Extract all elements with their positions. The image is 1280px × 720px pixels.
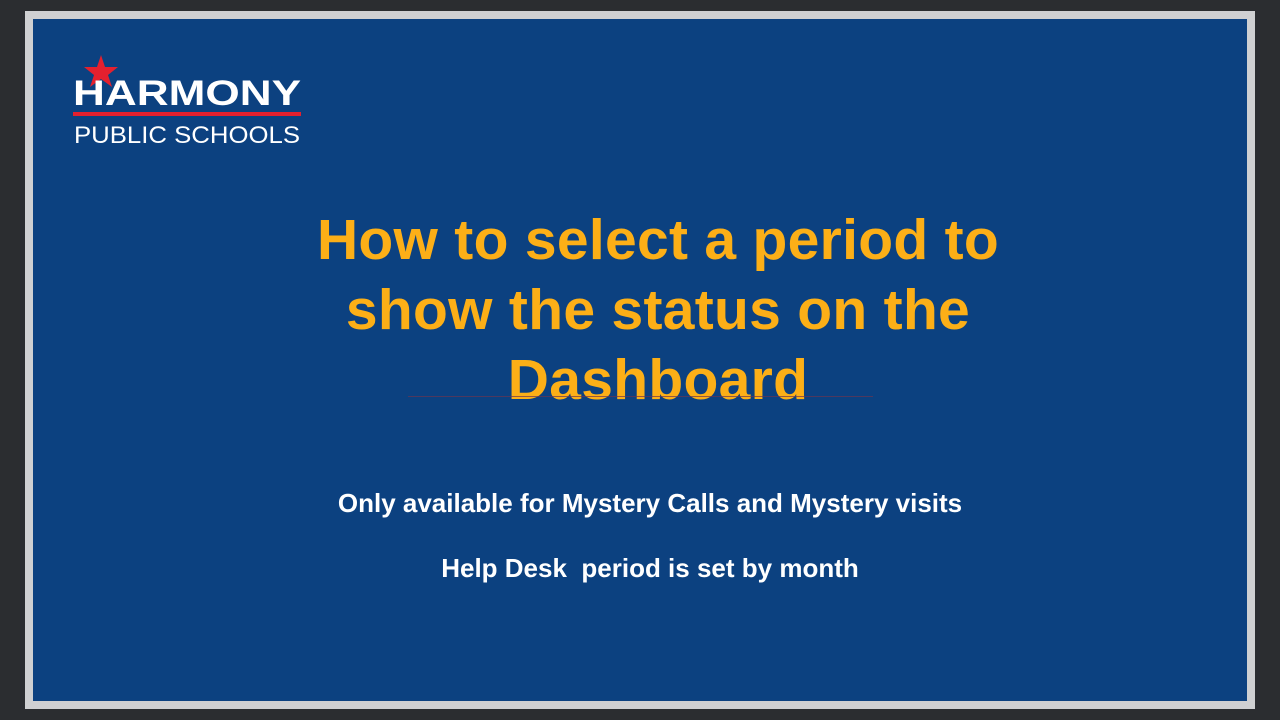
harmony-logo-graphic: HARMONY PUBLIC SCHOOLS xyxy=(73,55,301,149)
logo-subtext: PUBLIC SCHOOLS xyxy=(74,122,300,149)
presentation-slide: HARMONY PUBLIC SCHOOLS How to select a p… xyxy=(33,19,1247,701)
slide-title: How to select a period to show the statu… xyxy=(33,205,1247,415)
slide-title-line-3: Dashboard xyxy=(507,348,809,412)
logo-wordmark: HARMONY xyxy=(73,74,301,113)
slide-title-line-2: show the status on the xyxy=(345,278,971,342)
help-desk-note: Help Desk period is set by month xyxy=(441,553,859,583)
slide-title-line-1: How to select a period to xyxy=(316,208,1000,272)
logo-red-rule xyxy=(73,112,301,116)
availability-note: Only available for Mystery Calls and Mys… xyxy=(337,488,963,518)
harmony-public-schools-logo: HARMONY PUBLIC SCHOOLS xyxy=(73,49,305,149)
title-divider xyxy=(408,396,873,397)
